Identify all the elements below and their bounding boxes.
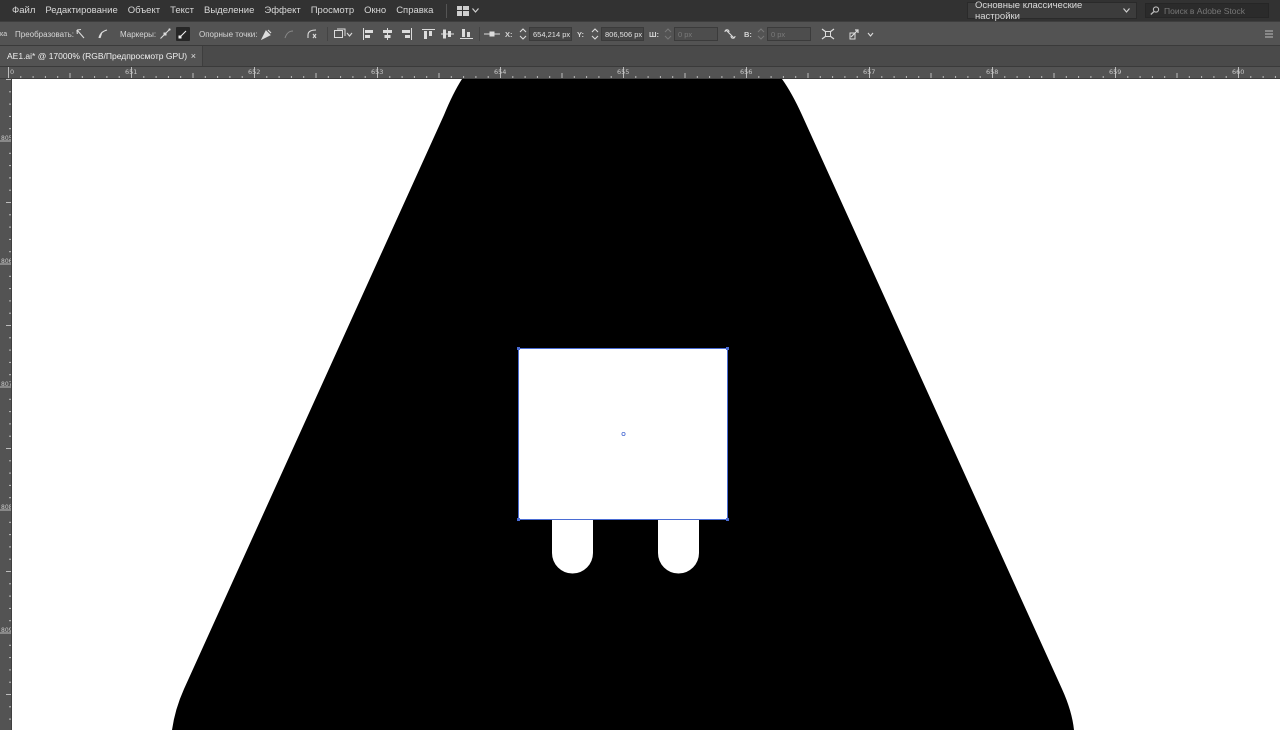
anchors-label: Опорные точки: (199, 29, 258, 39)
ruler-label: 805 (1, 135, 12, 142)
x-label: X: (505, 29, 513, 39)
layout-grid-icon (457, 5, 470, 16)
menu-separator (446, 3, 448, 18)
connect-anchors-icon[interactable] (282, 27, 296, 41)
chevron-down-icon (472, 8, 480, 13)
show-handles-icon[interactable] (158, 27, 172, 41)
width-field[interactable]: 0 px (674, 27, 718, 41)
transform-icon[interactable] (821, 27, 835, 41)
menu-window[interactable]: Окно (359, 0, 391, 21)
ruler-label: 655 (617, 68, 630, 76)
left-leg-shape[interactable] (552, 519, 593, 574)
ruler-label: 657 (863, 68, 876, 76)
document-tab-title: AE1.ai* @ 17000% (RGB/Предпросмотр GPU) (7, 51, 188, 61)
stock-search-input[interactable] (1164, 5, 1264, 16)
vertical-ruler[interactable]: 805 806 807 808 809 (0, 79, 12, 730)
anchor-point[interactable] (726, 518, 729, 521)
horizontal-ruler-ticks (8, 67, 1276, 78)
ruler-label: 808 (1, 504, 12, 511)
artwork (172, 79, 1074, 730)
menu-object[interactable]: Объект (123, 0, 165, 21)
anchor-point[interactable] (726, 347, 729, 350)
document-tab[interactable]: AE1.ai* @ 17000% (RGB/Предпросмотр GPU) … (0, 46, 203, 66)
width-stepper-icon[interactable] (663, 27, 672, 41)
ruler-label: 659 (1109, 68, 1122, 76)
ruler-label: 806 (1, 258, 12, 265)
ruler-label: 656 (740, 68, 753, 76)
adobe-stock-search[interactable] (1145, 3, 1269, 18)
hide-handles-icon[interactable] (176, 27, 190, 41)
align-to-options-icon[interactable] (849, 27, 875, 41)
close-icon[interactable]: × (191, 51, 196, 61)
horizontal-ruler[interactable]: 0 651 652 653 654 655 656 657 658 659 66… (0, 67, 1280, 79)
search-icon (1150, 6, 1160, 15)
ruler-label: 807 (1, 381, 12, 388)
align-bottom-icon[interactable] (459, 27, 473, 41)
convert-to-corner-icon[interactable] (74, 27, 88, 41)
handles-label: Маркеры: (120, 29, 157, 39)
workspace-label: Основные классические настройки (975, 0, 1083, 22)
ruler-label: 654 (494, 68, 507, 76)
ruler-label: 0 (10, 68, 15, 76)
convert-label: Преобразовать: (15, 29, 75, 39)
align-center-horizontal-icon[interactable] (380, 27, 394, 41)
anchor-point[interactable] (517, 347, 520, 350)
constrain-proportions-icon[interactable] (723, 27, 737, 41)
align-center-vertical-icon[interactable] (440, 27, 454, 41)
height-stepper-icon[interactable] (756, 27, 765, 41)
ruler-label: 651 (125, 68, 138, 76)
panel-menu-icon[interactable] (1262, 27, 1276, 41)
arrange-documents-button[interactable] (457, 5, 480, 16)
workspace-switcher[interactable]: Основные классические настройки (967, 0, 1137, 22)
align-top-icon[interactable] (421, 27, 435, 41)
height-label: В: (744, 29, 752, 39)
anchor-point[interactable] (517, 518, 520, 521)
align-right-icon[interactable] (399, 27, 413, 41)
x-position-field[interactable]: 654,214 px (529, 27, 572, 41)
convert-to-smooth-icon[interactable] (96, 27, 110, 41)
reference-point-icon[interactable] (484, 27, 500, 41)
cut-path-label: ка (0, 30, 8, 38)
ruler-label: 660 (1232, 68, 1245, 76)
chevron-down-icon (1123, 8, 1130, 13)
ruler-label: 809 (1, 627, 12, 634)
ruler-label: 652 (248, 68, 261, 76)
menu-effect[interactable]: Эффект (259, 0, 305, 21)
menu-edit[interactable]: Редактирование (40, 0, 122, 21)
menu-select[interactable]: Выделение (199, 0, 259, 21)
x-stepper-icon[interactable] (518, 27, 527, 41)
menu-view[interactable]: Просмотр (306, 0, 359, 21)
right-leg-shape[interactable] (658, 519, 699, 574)
document-tab-bar: AE1.ai* @ 17000% (RGB/Предпросмотр GPU) … (0, 46, 1280, 67)
menu-file[interactable]: Файл (0, 0, 40, 21)
selected-white-rectangle[interactable] (518, 348, 728, 520)
control-panel: ка Преобразовать: Маркеры: Опорные точки… (0, 21, 1280, 46)
control-separator (327, 27, 328, 41)
y-position-field[interactable]: 806,506 px (601, 27, 644, 41)
width-label: Ш: (649, 29, 660, 39)
menu-help[interactable]: Справка (391, 0, 438, 21)
isolate-object-icon[interactable] (333, 27, 353, 41)
y-stepper-icon[interactable] (590, 27, 599, 41)
ruler-label: 658 (986, 68, 999, 76)
ruler-label: 653 (371, 68, 384, 76)
control-separator (479, 27, 480, 41)
align-left-icon[interactable] (361, 27, 375, 41)
menu-type[interactable]: Текст (165, 0, 199, 21)
remove-anchor-icon[interactable] (259, 27, 273, 41)
artboard-canvas[interactable] (12, 79, 1280, 730)
height-field[interactable]: 0 px (767, 27, 811, 41)
cut-path-icon[interactable] (305, 27, 319, 41)
y-label: Y: (577, 29, 584, 39)
